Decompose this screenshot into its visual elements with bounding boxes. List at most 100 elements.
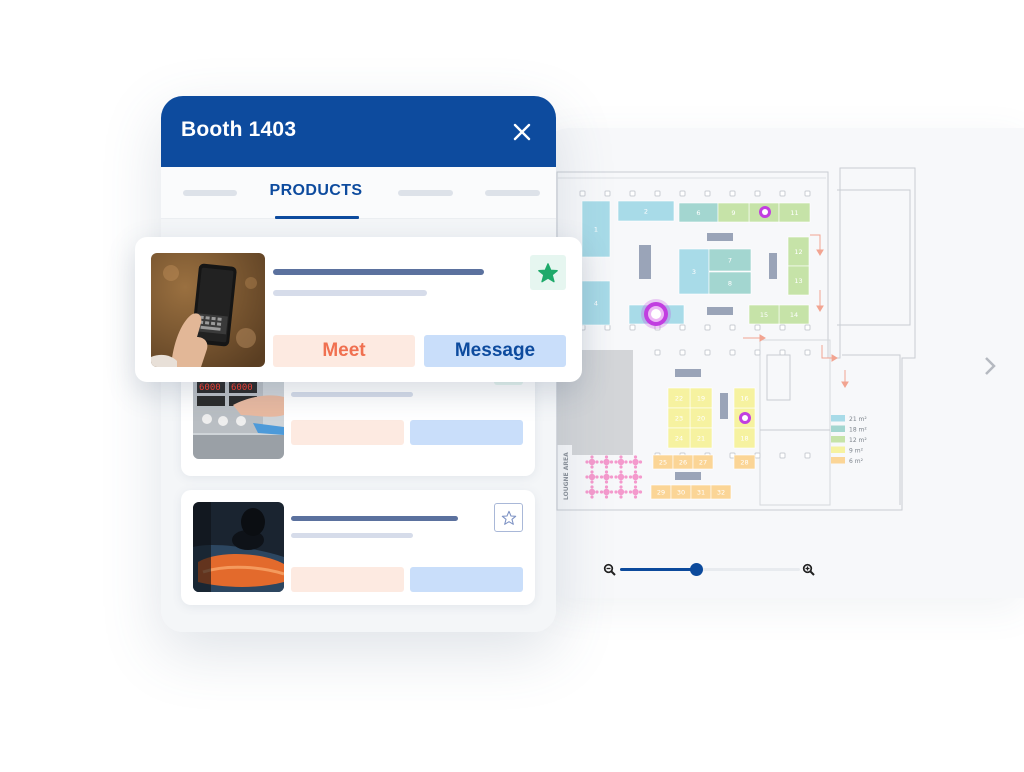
booth-4[interactable]: 4 bbox=[581, 280, 611, 326]
svg-text:6000: 6000 bbox=[199, 383, 221, 393]
booth-1[interactable]: 1 bbox=[581, 200, 611, 258]
legend-label: 18 m² bbox=[849, 427, 867, 434]
booth-16[interactable]: 16 bbox=[733, 387, 756, 409]
legend-item: 21 m² bbox=[831, 415, 867, 423]
message-button-label: Message bbox=[454, 340, 536, 361]
tab-placeholder-1[interactable] bbox=[183, 190, 237, 196]
lounge-table bbox=[614, 485, 628, 499]
booth-18[interactable]: 18 bbox=[733, 427, 756, 449]
booth-3[interactable]: 3 bbox=[678, 248, 710, 295]
tab-bar: PRODUCTS bbox=[161, 167, 556, 219]
lounge-table bbox=[599, 485, 614, 499]
product-subtitle-placeholder bbox=[273, 290, 427, 296]
column bbox=[729, 190, 736, 197]
zoom-out-icon[interactable] bbox=[603, 562, 617, 576]
close-icon[interactable] bbox=[512, 122, 532, 142]
booth-number: 18 bbox=[740, 435, 748, 443]
booth-25[interactable]: 25 bbox=[652, 454, 674, 470]
booth-number: 9 bbox=[731, 209, 735, 217]
booth-24[interactable]: 24 bbox=[667, 427, 691, 449]
zoom-in-icon[interactable] bbox=[802, 562, 816, 576]
message-button[interactable] bbox=[410, 567, 523, 592]
favorite-star-filled-icon[interactable] bbox=[530, 255, 566, 290]
meet-button[interactable]: Meet bbox=[273, 335, 415, 367]
lounge-table bbox=[614, 470, 628, 484]
zoom-track[interactable] bbox=[620, 563, 800, 576]
product-card[interactable] bbox=[181, 490, 535, 605]
column bbox=[779, 349, 786, 356]
booth-19[interactable]: 19 bbox=[689, 387, 713, 409]
tab-products[interactable]: PRODUCTS bbox=[269, 182, 363, 200]
booth-21[interactable]: 21 bbox=[689, 427, 713, 449]
legend-label: 6 m² bbox=[849, 458, 864, 465]
booth-23[interactable]: 23 bbox=[667, 407, 691, 429]
booth-number: 13 bbox=[794, 277, 802, 285]
lounge-table bbox=[614, 455, 628, 469]
booth-9[interactable]: 9 bbox=[717, 202, 750, 223]
booth-15[interactable]: 15 bbox=[748, 304, 780, 325]
meet-button-label: Meet bbox=[322, 340, 366, 361]
lounge-table bbox=[599, 470, 614, 484]
column bbox=[679, 324, 686, 331]
booth-6[interactable]: 6 bbox=[678, 202, 719, 223]
booth-32[interactable]: 32 bbox=[710, 484, 732, 500]
booth-26[interactable]: 26 bbox=[672, 454, 694, 470]
meet-button[interactable] bbox=[291, 567, 404, 592]
booth-number: 19 bbox=[697, 395, 705, 403]
zoom-slider[interactable] bbox=[603, 561, 818, 579]
booth-number: 3 bbox=[692, 268, 696, 276]
booth-number: 24 bbox=[675, 435, 683, 443]
column bbox=[804, 190, 811, 197]
booth-22[interactable]: 22 bbox=[667, 387, 691, 409]
floor-plan-card: 1 2 3 4 6 7 8 9 11 12 13 14 15 16 18 19 20 21 22 23 24 25 26 27… bbox=[540, 128, 1024, 598]
column bbox=[654, 349, 661, 356]
booth-20[interactable]: 20 bbox=[689, 407, 713, 429]
zoom-thumb[interactable] bbox=[689, 563, 703, 576]
booth-2[interactable]: 2 bbox=[617, 200, 675, 222]
column bbox=[704, 190, 711, 197]
featured-product-card[interactable]: Meet Message bbox=[135, 237, 582, 382]
booth-number: 8 bbox=[728, 280, 732, 288]
booth-12[interactable]: 12 bbox=[787, 236, 810, 267]
column bbox=[729, 349, 736, 356]
favorite-star-outline-icon[interactable] bbox=[494, 503, 523, 532]
size-legend: 21 m² 18 m² 12 m² 9 m² 6 m² bbox=[831, 415, 867, 465]
chevron-right-icon[interactable] bbox=[982, 355, 998, 377]
booth-31[interactable]: 31 bbox=[690, 484, 712, 500]
booth-29[interactable]: 29 bbox=[650, 484, 672, 500]
booth-13[interactable]: 13 bbox=[787, 265, 810, 296]
message-button[interactable] bbox=[410, 420, 523, 445]
floor-plan-map[interactable]: 12346789 1112131415161819202122232425 26 27… bbox=[540, 128, 1024, 598]
lounge-table bbox=[585, 455, 599, 469]
booth-27[interactable]: 27 bbox=[692, 454, 714, 470]
legend-item: 18 m² bbox=[831, 425, 867, 434]
booth-11[interactable]: 11 bbox=[778, 202, 811, 223]
column bbox=[779, 452, 786, 459]
column bbox=[679, 349, 686, 356]
column bbox=[629, 190, 636, 197]
booth-number: 2 bbox=[644, 208, 648, 216]
legend-label: 12 m² bbox=[849, 437, 867, 444]
product-image-lab-power-supply: 6000 6000 bbox=[193, 375, 284, 459]
booth-14[interactable]: 14 bbox=[778, 304, 810, 325]
message-button[interactable]: Message bbox=[424, 335, 566, 367]
column bbox=[804, 349, 811, 356]
meet-button[interactable] bbox=[291, 420, 404, 445]
booth-8[interactable]: 8 bbox=[708, 271, 752, 295]
legend-label: 9 m² bbox=[849, 448, 864, 455]
lounge-area-label: LOUGNE AREA bbox=[563, 452, 570, 500]
tab-placeholder-2[interactable] bbox=[398, 190, 453, 196]
booth-number: 23 bbox=[675, 415, 683, 423]
lounge-seats bbox=[585, 455, 643, 499]
column bbox=[754, 324, 761, 331]
column bbox=[754, 452, 761, 459]
column bbox=[729, 324, 736, 331]
column bbox=[754, 190, 761, 197]
booth-30[interactable]: 30 bbox=[670, 484, 692, 500]
tab-placeholder-3[interactable] bbox=[485, 190, 540, 196]
booth-7[interactable]: 7 bbox=[708, 248, 752, 272]
product-title-placeholder bbox=[273, 269, 484, 275]
booth-28[interactable]: 28 bbox=[733, 454, 756, 470]
product-image-motorcycle-fuel-tank bbox=[193, 502, 284, 592]
booth-number: 26 bbox=[679, 459, 687, 467]
